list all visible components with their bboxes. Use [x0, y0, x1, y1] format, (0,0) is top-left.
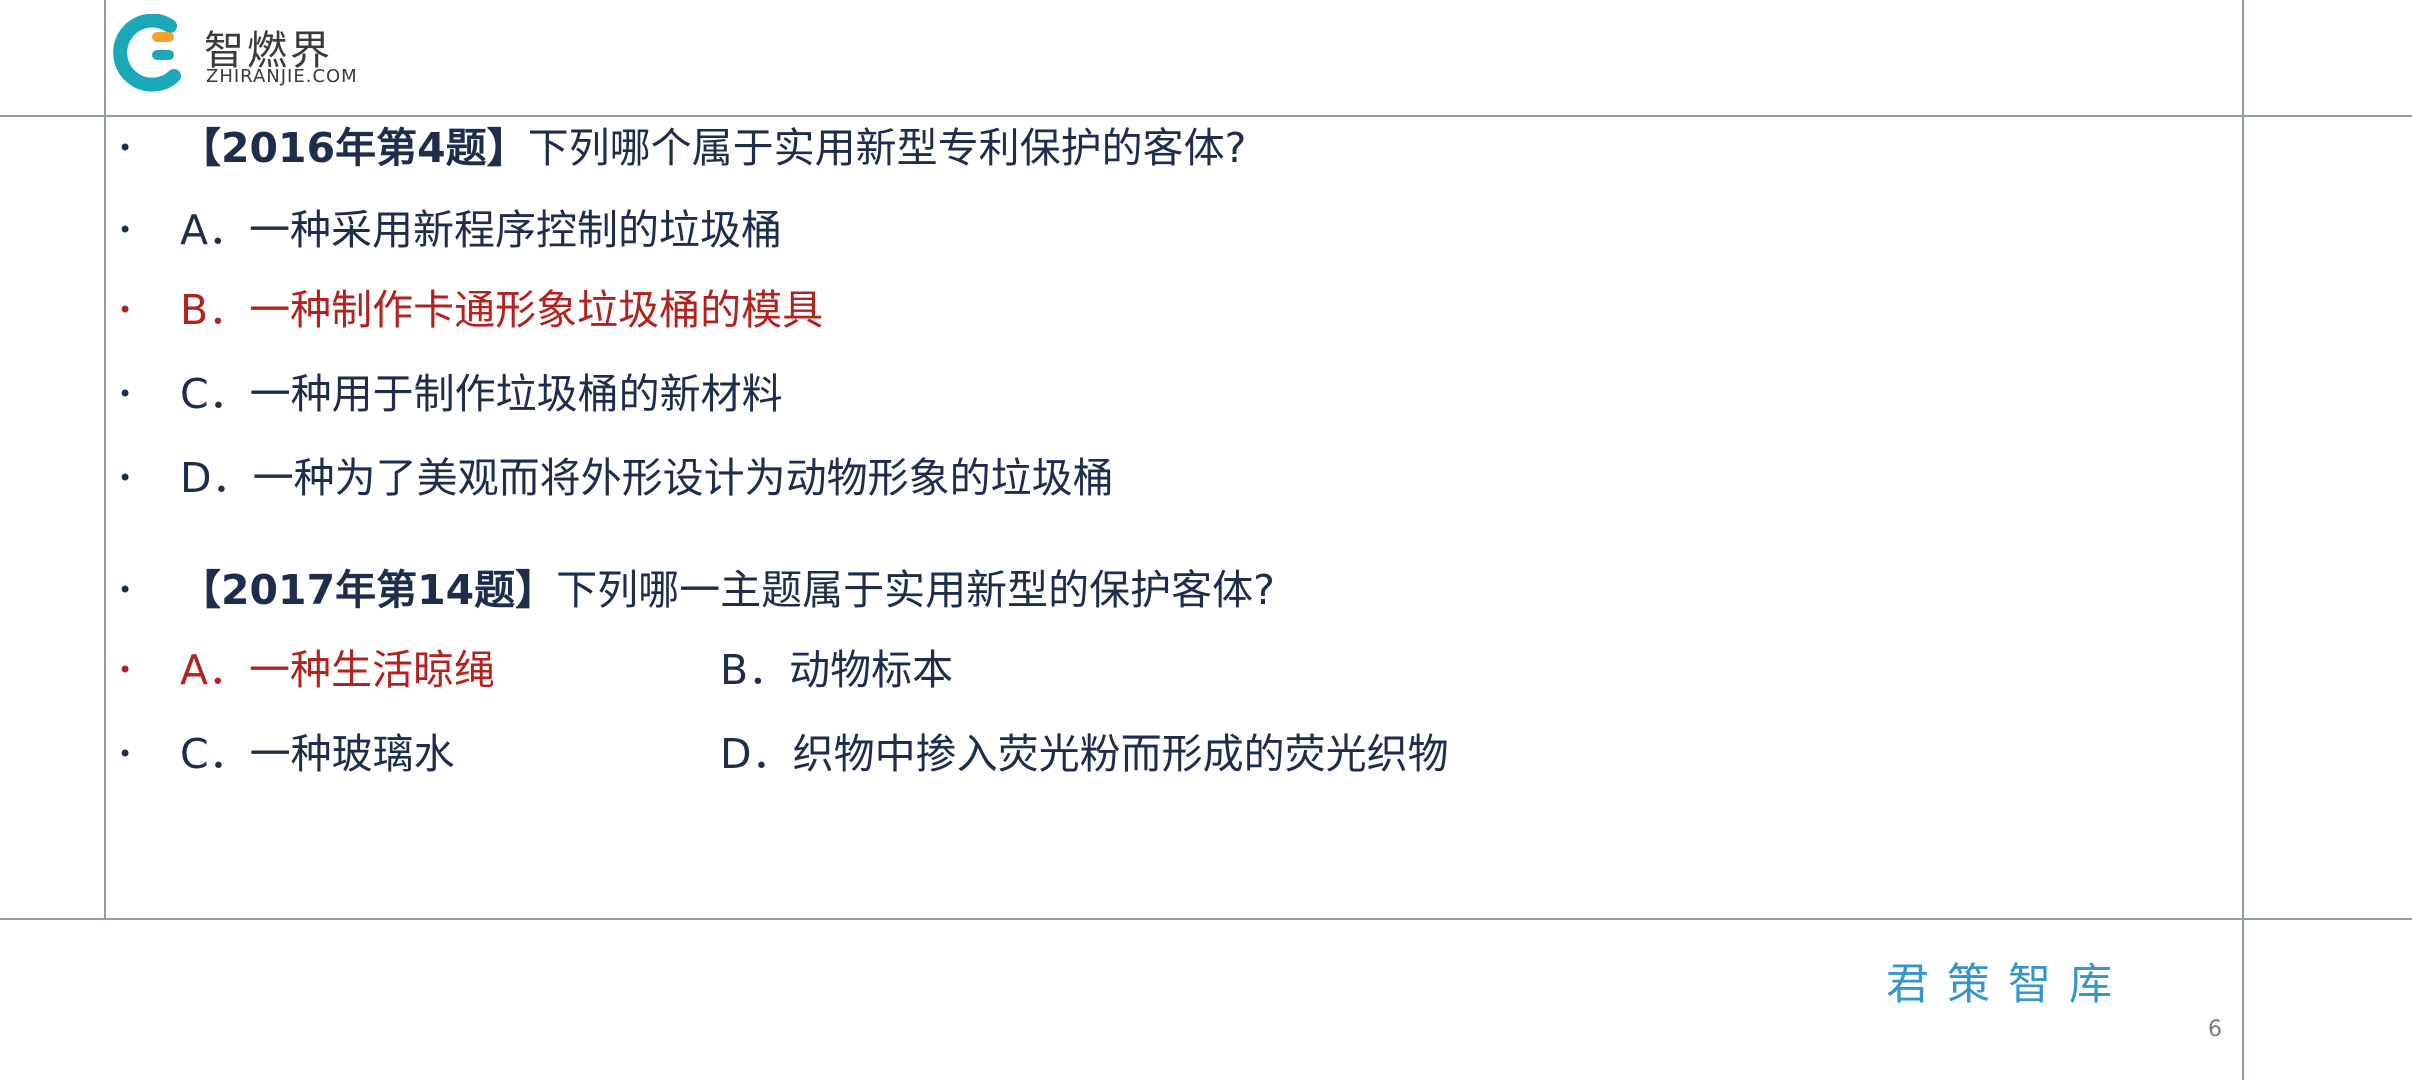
- bullet: •: [118, 740, 133, 768]
- bullet: •: [118, 380, 133, 408]
- left-border-line: [104, 0, 106, 918]
- q2-option-a-answer: A．一种生活晾绳: [180, 646, 496, 694]
- q1-bracket: 【2016年第4题】: [180, 124, 528, 172]
- q1-stem: • 【2016年第4题】下列哪个属于实用新型专利保护的客体?: [118, 120, 1246, 176]
- q1-option-b-answer: • B．一种制作卡通形象垃圾桶的模具: [118, 282, 823, 338]
- q1-option-b-text: B．一种制作卡通形象垃圾桶的模具: [180, 286, 824, 334]
- bullet: •: [118, 464, 133, 492]
- page-number: 6: [2208, 1017, 2222, 1042]
- q2-option-d: D．织物中掺入荧光粉而形成的荧光织物: [720, 730, 1449, 778]
- logo-english-text: ZHIRANJIE.COM: [206, 66, 358, 87]
- bullet: •: [118, 216, 133, 244]
- q1-option-c-text: C．一种用于制作垃圾桶的新材料: [180, 370, 783, 418]
- q1-option-a-text: A．一种采用新程序控制的垃圾桶: [180, 206, 783, 254]
- q1-option-c: • C．一种用于制作垃圾桶的新材料: [118, 366, 783, 422]
- q2-option-b: B．动物标本: [720, 646, 954, 694]
- brand-text: 君策智库: [1886, 960, 2130, 1010]
- bullet: •: [118, 576, 133, 604]
- q1-option-a: • A．一种采用新程序控制的垃圾桶: [118, 202, 782, 258]
- bullet: •: [118, 134, 133, 162]
- footer-divider: [0, 918, 2412, 920]
- q2-option-c: C．一种玻璃水: [180, 730, 455, 778]
- q1-text: 下列哪个属于实用新型专利保护的客体?: [527, 124, 1247, 172]
- logo-mark-icon: [113, 14, 181, 92]
- header-divider: [0, 115, 2412, 117]
- q2-text: 下列哪一主题属于实用新型的保护客体?: [556, 566, 1275, 614]
- q2-row-cd: • C．一种玻璃水 D．织物中掺入荧光粉而形成的荧光织物: [118, 726, 1449, 782]
- bullet: •: [118, 296, 133, 324]
- q2-bracket: 【2017年第14题】: [180, 566, 557, 614]
- q1-option-d-text: D．一种为了美观而将外形设计为动物形象的垃圾桶: [180, 454, 1114, 502]
- zhiranjie-logo: 智燃界 ZHIRANJIE.COM: [112, 14, 412, 92]
- bullet: •: [118, 656, 133, 684]
- q2-stem: • 【2017年第14题】下列哪一主题属于实用新型的保护客体?: [118, 562, 1275, 618]
- q1-option-d: • D．一种为了美观而将外形设计为动物形象的垃圾桶: [118, 450, 1114, 506]
- q2-row-ab: • A．一种生活晾绳 B．动物标本: [118, 642, 953, 698]
